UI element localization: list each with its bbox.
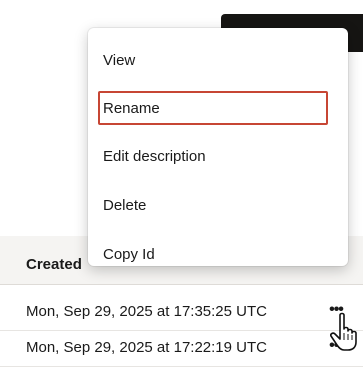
menu-item-edit-description[interactable]: Edit description: [88, 139, 348, 175]
menu-item-rename[interactable]: Rename: [88, 91, 348, 127]
created-cell: Mon, Sep 29, 2025 at 17:35:25 UTC: [26, 303, 267, 320]
menu-item-delete[interactable]: Delete: [88, 188, 348, 224]
table-row[interactable]: Mon, Sep 29, 2025 at 17:22:19 UTC •••: [0, 330, 363, 367]
table-row[interactable]: Mon, Sep 29, 2025 at 17:35:25 UTC •••: [0, 294, 363, 331]
menu-item-label: Edit description: [103, 148, 206, 165]
menu-item-label: Copy Id: [103, 246, 155, 263]
menu-item-copy-id[interactable]: Copy Id: [88, 237, 348, 273]
created-cell: Mon, Sep 29, 2025 at 17:22:19 UTC: [26, 339, 267, 356]
menu-item-label: Delete: [103, 197, 147, 214]
menu-item-label: View: [103, 52, 136, 69]
menu-item-view[interactable]: View: [88, 43, 348, 79]
column-header-created[interactable]: Created: [26, 256, 82, 273]
menu-item-label: Rename: [103, 100, 160, 117]
row-actions-menu: View Rename Edit description Delete Copy…: [88, 28, 348, 266]
hand-pointer-icon: [330, 312, 357, 351]
